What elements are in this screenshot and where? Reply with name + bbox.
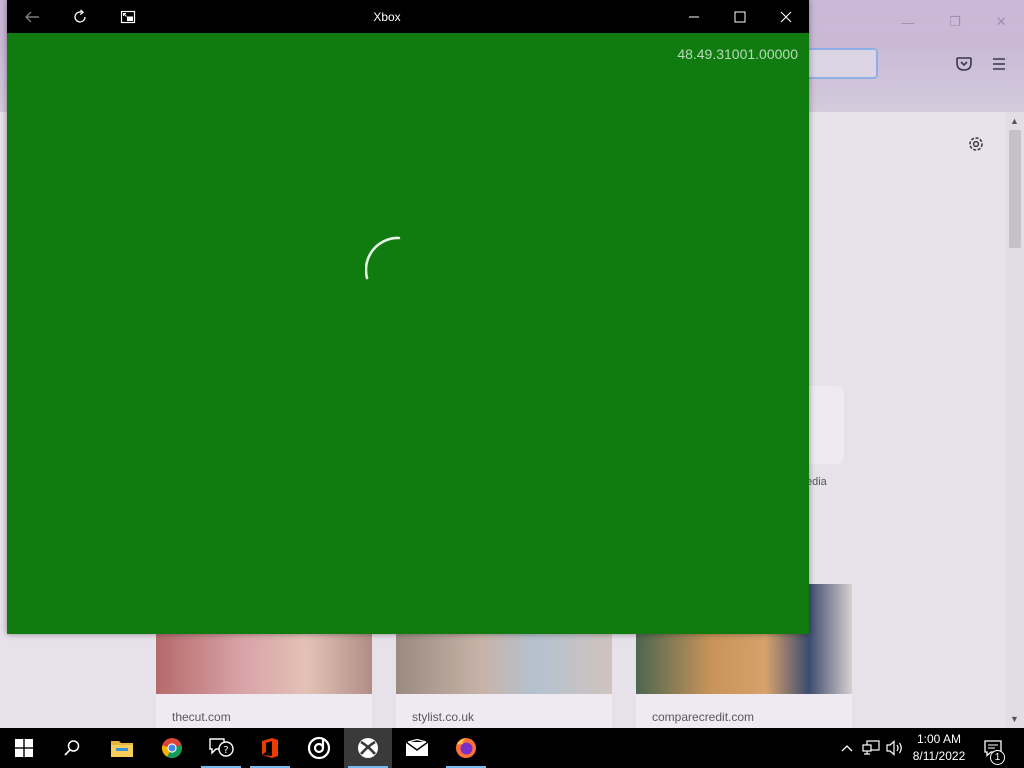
xbox-button[interactable] [344, 728, 392, 768]
minimize-icon [689, 16, 699, 17]
start-button[interactable] [0, 728, 48, 768]
clock-date: 8/11/2022 [912, 749, 966, 763]
browser-window-controls: — ❐ ✕ [884, 8, 1024, 36]
story-site: stylist.co.uk [412, 710, 475, 724]
mail-icon [405, 739, 429, 756]
chrome-icon [161, 738, 182, 759]
minimize-button[interactable] [671, 0, 717, 33]
volume-icon [886, 740, 902, 756]
refresh-icon [74, 9, 86, 23]
close-icon [780, 11, 792, 22]
browser-url-bar[interactable] [800, 48, 878, 79]
maximize-icon [734, 11, 746, 22]
feedback-hub-button[interactable]: ? [197, 728, 245, 768]
back-button[interactable] [17, 0, 47, 33]
firefox-icon [456, 738, 476, 758]
browser-minimize-icon[interactable]: — [901, 15, 914, 30]
xbox-icon [358, 738, 378, 758]
close-button[interactable] [763, 0, 809, 33]
story-site: thecut.com [172, 710, 231, 724]
groove-icon [307, 736, 331, 760]
xbox-window: Xbox 48.49.31001.00000 [7, 0, 809, 634]
version-label: 48.49.31001.00000 [677, 46, 798, 62]
loading-spinner-icon [365, 236, 401, 280]
pocket-icon[interactable] [955, 55, 973, 73]
gear-icon[interactable] [966, 134, 986, 154]
office-button[interactable] [246, 728, 294, 768]
network-button[interactable] [860, 728, 882, 768]
maximize-button[interactable] [717, 0, 763, 33]
mail-button[interactable] [393, 728, 441, 768]
chevron-up-icon [841, 745, 853, 752]
firefox-button[interactable] [442, 728, 490, 768]
show-hidden-icons-button[interactable] [837, 728, 857, 768]
title-bar: Xbox [7, 0, 809, 33]
hamburger-menu-icon[interactable] [990, 55, 1008, 73]
file-explorer-icon [111, 741, 133, 757]
scroll-up-icon[interactable]: ▲ [1010, 116, 1020, 126]
chrome-button[interactable] [148, 728, 196, 768]
search-button[interactable] [48, 728, 96, 768]
compact-overlay-button[interactable] [113, 0, 143, 33]
refresh-button[interactable] [65, 0, 95, 33]
browser-close-icon[interactable]: ✕ [996, 14, 1007, 30]
volume-button[interactable] [884, 728, 906, 768]
taskbar: ? 1:00 AM 8/11/2022 1 [0, 728, 1024, 768]
network-icon [862, 740, 880, 755]
compact-overlay-icon [120, 10, 136, 23]
office-icon [262, 738, 278, 758]
scrollbar-thumb[interactable] [1009, 130, 1021, 248]
back-arrow-icon [25, 11, 39, 22]
notification-count-badge: 1 [990, 750, 1005, 765]
svg-text:?: ? [223, 745, 228, 756]
shortcut-label: edia [806, 476, 827, 488]
story-site: comparecredit.com [652, 710, 755, 724]
feedback-hub-icon: ? [209, 738, 234, 757]
search-icon [64, 740, 80, 756]
clock-time: 1:00 AM [916, 732, 962, 746]
windows-logo-icon [15, 739, 33, 757]
scroll-down-icon[interactable]: ▼ [1010, 714, 1020, 724]
taskbar-clock[interactable]: 1:00 AM 8/11/2022 [904, 731, 974, 765]
groove-button[interactable] [295, 728, 343, 768]
file-explorer-button[interactable] [98, 728, 146, 768]
browser-restore-icon[interactable]: ❐ [949, 14, 961, 30]
